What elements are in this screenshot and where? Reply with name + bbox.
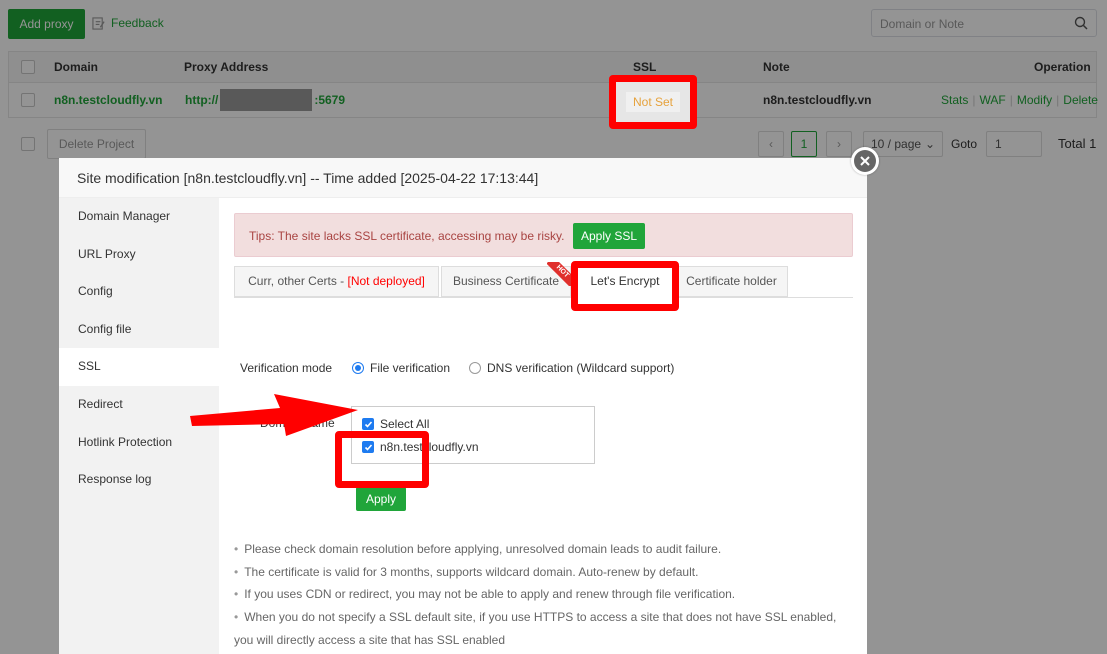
file-verification-radio[interactable]: File verification — [352, 361, 450, 375]
note-item: • The certificate is valid for 3 months, … — [234, 564, 699, 579]
radio-unselected-icon — [469, 362, 481, 374]
certificate-tabs: Curr, other Certs - [Not deployed] Busin… — [234, 266, 853, 298]
radio-selected-icon — [352, 362, 364, 374]
note-item-continuation: you will directly access a site that has… — [234, 632, 506, 647]
lets-encrypt-highlight — [571, 261, 679, 311]
dns-verification-label: DNS verification (Wildcard support) — [487, 361, 675, 375]
dialog-title: Site modification [n8n.testcloudfly.vn] … — [59, 158, 867, 198]
ssl-warning-banner: Tips: The site lacks SSL certificate, ac… — [234, 213, 853, 257]
sidebar-item-domain-manager[interactable]: Domain Manager — [59, 198, 219, 236]
file-verification-label: File verification — [370, 361, 451, 375]
close-dialog-button[interactable] — [851, 147, 879, 175]
ssl-warning-text: Tips: The site lacks SSL certificate, ac… — [249, 229, 565, 243]
tab-certificate-holder[interactable]: Certificate holder — [675, 266, 788, 297]
ssl-status-highlight-text: Not Set — [626, 92, 680, 112]
select-all-label: Select All — [380, 417, 430, 431]
tab-current-certs-label: Curr, other Certs - — [248, 274, 348, 288]
close-icon — [860, 156, 870, 166]
sidebar-item-ssl[interactable]: SSL — [59, 348, 219, 386]
dns-verification-radio[interactable]: DNS verification (Wildcard support) — [469, 361, 674, 375]
ssl-notes-list: • Please check domain resolution before a… — [234, 538, 854, 652]
verification-mode-label: Verification mode — [240, 361, 333, 375]
not-deployed-status: [Not deployed] — [347, 274, 425, 288]
apply-button-highlight — [335, 431, 429, 488]
select-all-checkbox[interactable]: Select All — [362, 417, 429, 431]
note-item: • Please check domain resolution before a… — [234, 542, 722, 556]
apply-button[interactable]: Apply — [356, 487, 406, 511]
tab-current-certs[interactable]: Curr, other Certs - [Not deployed] — [234, 266, 439, 297]
apply-ssl-button[interactable]: Apply SSL — [573, 223, 645, 249]
sidebar-item-config[interactable]: Config — [59, 273, 219, 311]
hot-badge: HOT — [547, 262, 571, 286]
annotation-arrow — [190, 394, 358, 436]
note-item: • If you uses CDN or redirect, you may no… — [234, 587, 736, 602]
checkbox-checked-icon — [362, 418, 374, 430]
ssl-status-highlight: Not Set — [609, 75, 697, 129]
sidebar-item-url-proxy[interactable]: URL Proxy — [59, 236, 219, 274]
sidebar-item-response-log[interactable]: Response log — [59, 461, 219, 499]
note-item: • When you do not specify a SSL default s… — [234, 610, 837, 625]
sidebar-item-config-file[interactable]: Config file — [59, 311, 219, 349]
site-modification-dialog: Site modification [n8n.testcloudfly.vn] … — [59, 158, 867, 654]
